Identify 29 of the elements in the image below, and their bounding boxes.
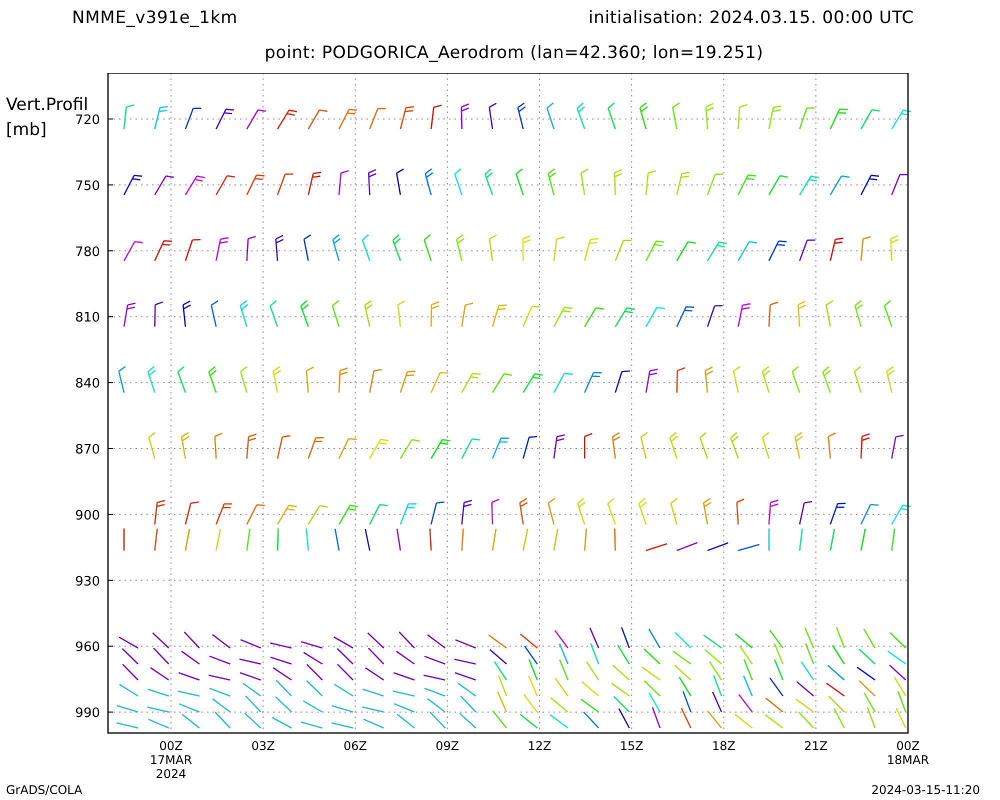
axis-tick-label: 720 <box>75 113 100 128</box>
axis-tick-label: 00Z <box>159 739 183 753</box>
axis-tick-label: 870 <box>75 442 100 458</box>
axis-tick-label: 2024 <box>156 767 186 781</box>
initialisation-time: initialisation: 2024.03.15. 00:00 UTC <box>588 8 914 30</box>
axis-tick-label: 840 <box>75 376 100 392</box>
axis-title: [mb] <box>6 120 47 140</box>
axis-tick-label: 03Z <box>251 739 275 753</box>
axis-tick-label: 06Z <box>344 739 367 753</box>
axis-tick-label: 17MAR <box>150 753 192 767</box>
axis-tick-label: 12Z <box>528 739 552 753</box>
axis-tick-label: 810 <box>75 310 100 326</box>
point-location: point: PODGORICA_Aerodrom (lan=42.360; lon=19.251) <box>264 43 764 63</box>
axis-tick-label: 21Z <box>804 739 828 753</box>
axis-tick-label: 750 <box>75 178 100 194</box>
axis-tick-label: 990 <box>75 706 100 722</box>
software-credit: GrADS/COLA <box>6 783 82 797</box>
axis-tick-label: 960 <box>75 640 100 656</box>
axis-tick-label: 09Z <box>436 739 460 753</box>
model-name: NMME_v391e_1km <box>72 8 238 30</box>
axis-tick-label: 18Z <box>712 739 736 753</box>
axis-title: Vert.Profil <box>6 95 88 115</box>
axis-tick-label: 930 <box>75 574 100 590</box>
render-timestamp: 2024-03-15-11:20 <box>871 783 980 797</box>
axis-tick-label: 900 <box>75 508 100 524</box>
axis-tick-label: 780 <box>75 244 100 260</box>
axis-tick-label: 15Z <box>620 739 644 753</box>
axis-tick-label: 00Z <box>896 739 920 753</box>
axis-tick-label: 18MAR <box>886 753 930 767</box>
